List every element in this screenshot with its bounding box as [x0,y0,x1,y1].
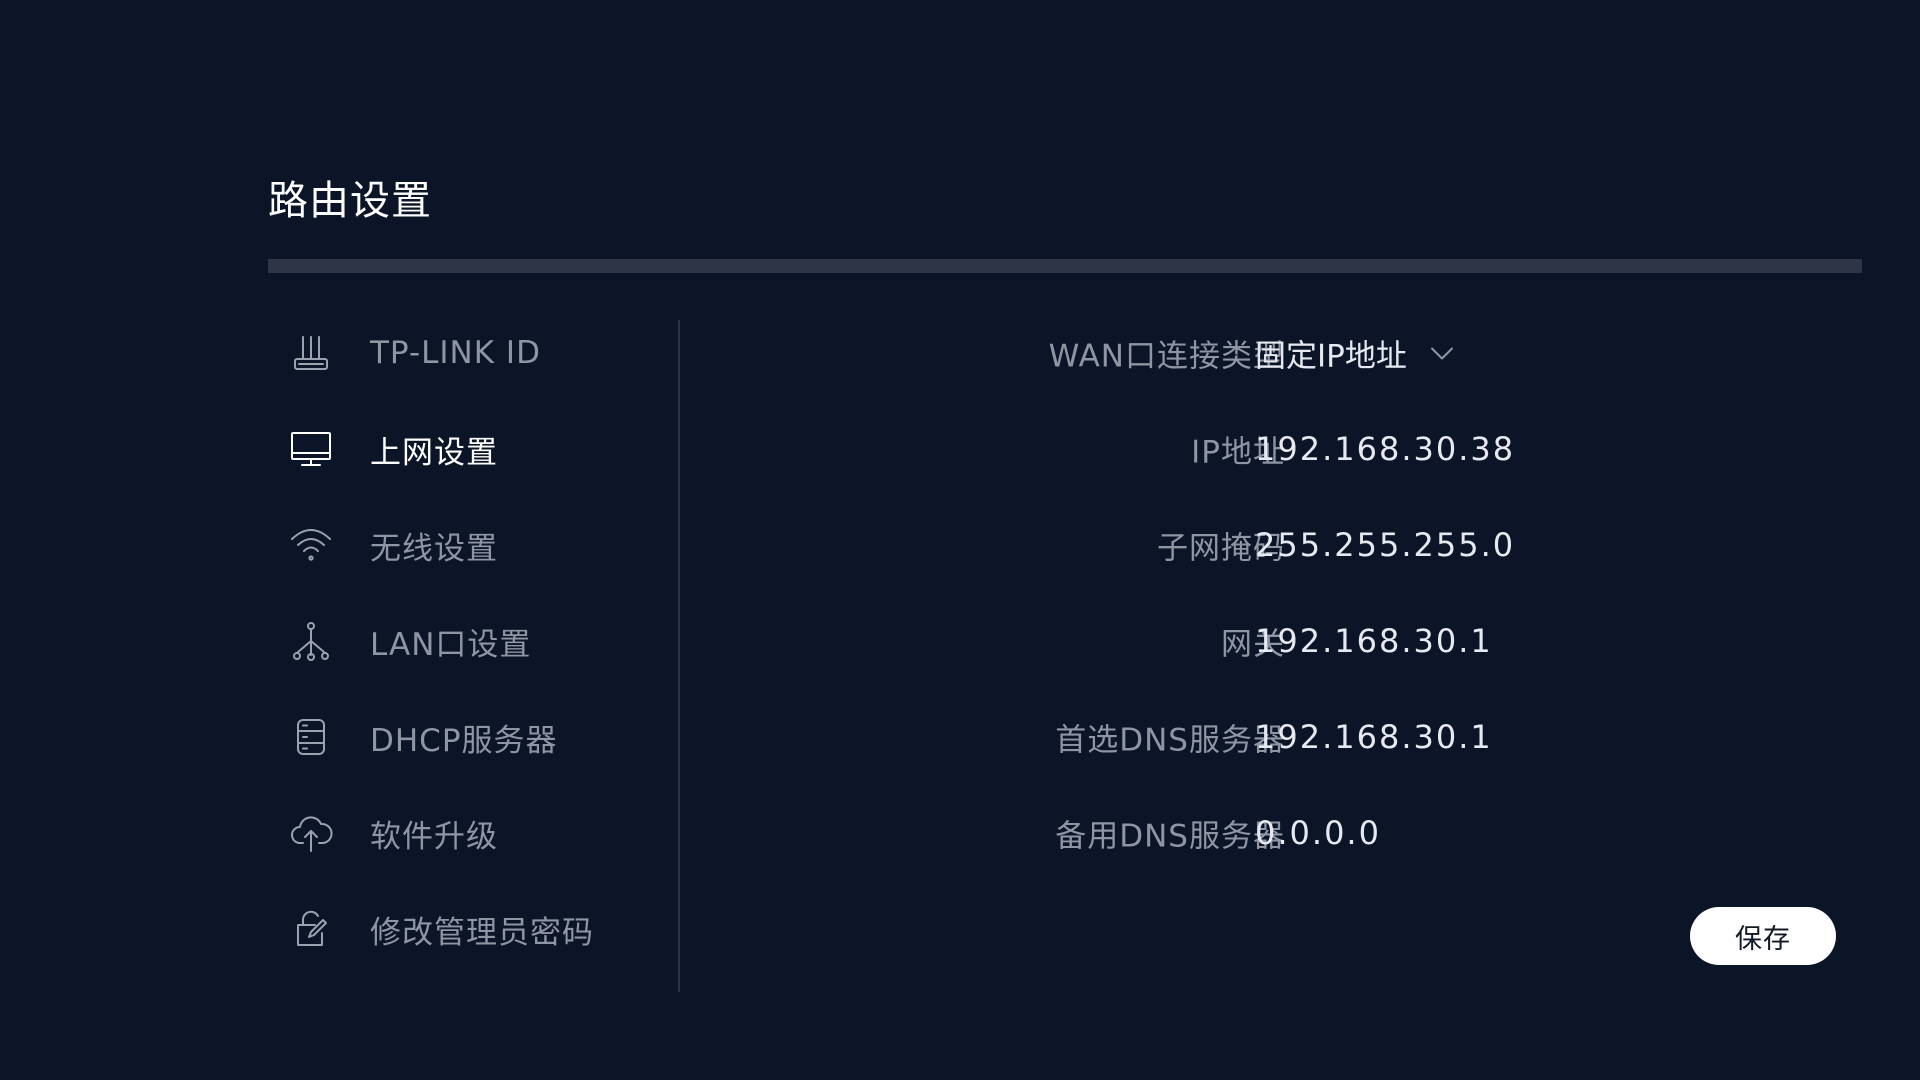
wan-type-value: 固定IP地址 [1255,338,1407,375]
ip-address-row: IP地址 192.168.30.38 [700,401,1860,497]
sidebar-item-firmware[interactable]: 软件升级 [268,785,668,881]
primary-dns-label: 首选DNS服务器 [1055,722,1285,759]
server-icon [288,714,334,760]
sidebar-item-tplink-id[interactable]: TP-LINK ID [268,305,668,401]
chevron-down-icon [1429,344,1455,362]
sidebar-item-label: LAN口设置 [370,626,532,663]
router-settings-page: 路由设置 TP-LINK ID 上网设置 无线设置 LAN口设置 DHCP服务器… [0,0,1920,1080]
router-icon [288,330,334,376]
sidebar-item-admin-password[interactable]: 修改管理员密码 [268,881,668,977]
sidebar-item-label: 上网设置 [370,434,498,471]
sidebar-item-internet[interactable]: 上网设置 [268,401,668,497]
vertical-divider [678,320,680,992]
gateway-field[interactable]: 192.168.30.1 [1255,622,1493,660]
internet-settings-form: WAN口连接类型 固定IP地址 IP地址 192.168.30.38 子网掩码 … [700,305,1860,881]
sidebar-item-label: 无线设置 [370,530,498,567]
sidebar-item-dhcp[interactable]: DHCP服务器 [268,689,668,785]
page-title: 路由设置 [268,178,432,224]
secondary-dns-row: 备用DNS服务器 0.0.0.0 [700,785,1860,881]
sidebar: TP-LINK ID 上网设置 无线设置 LAN口设置 DHCP服务器 软件升级… [268,305,668,977]
sidebar-item-label: 软件升级 [370,818,498,855]
cloud-upload-icon [288,810,334,856]
sidebar-item-label: DHCP服务器 [370,722,558,759]
ip-address-field[interactable]: 192.168.30.38 [1255,430,1515,468]
sidebar-item-label: 修改管理员密码 [370,914,594,951]
primary-dns-field[interactable]: 192.168.30.1 [1255,718,1493,756]
sidebar-item-lan[interactable]: LAN口设置 [268,593,668,689]
sidebar-item-label: TP-LINK ID [370,335,541,371]
subnet-mask-row: 子网掩码 255.255.255.0 [700,497,1860,593]
wifi-icon [288,522,334,568]
gateway-row: 网关 192.168.30.1 [700,593,1860,689]
lock-edit-icon [288,906,334,952]
wan-type-row: WAN口连接类型 固定IP地址 [700,305,1860,401]
wan-type-select[interactable]: 固定IP地址 [1255,331,1455,376]
secondary-dns-field[interactable]: 0.0.0.0 [1255,814,1381,852]
network-tree-icon [288,618,334,664]
save-button[interactable]: 保存 [1690,907,1836,965]
secondary-dns-label: 备用DNS服务器 [1055,818,1285,855]
title-divider [268,259,1862,273]
monitor-icon [288,426,334,472]
sidebar-item-wireless[interactable]: 无线设置 [268,497,668,593]
primary-dns-row: 首选DNS服务器 192.168.30.1 [700,689,1860,785]
wan-type-label: WAN口连接类型 [1048,338,1285,375]
subnet-mask-field[interactable]: 255.255.255.0 [1255,526,1515,564]
